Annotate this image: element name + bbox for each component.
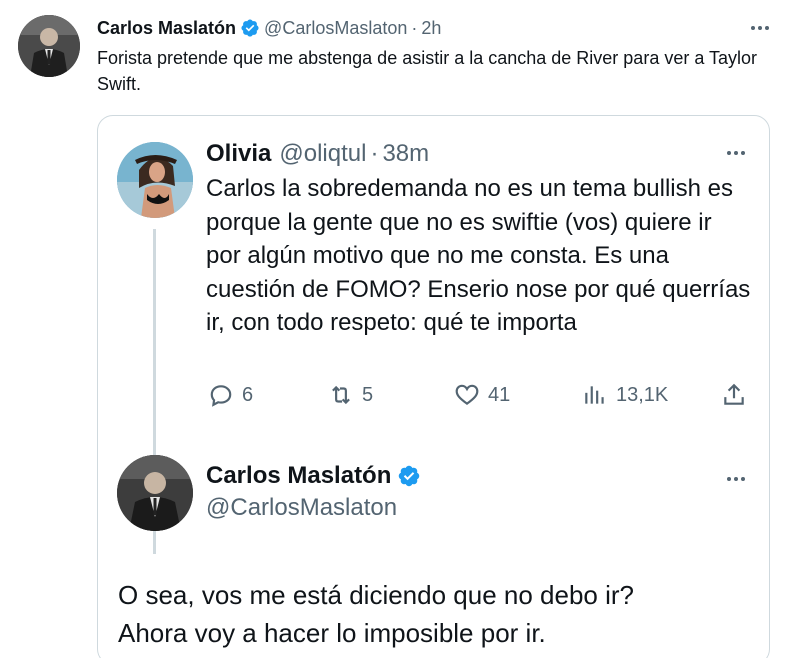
reply-text-line: O sea, vos me está diciendo que no debo …: [118, 580, 634, 610]
views-count: 13,1K: [616, 383, 669, 406]
timestamp[interactable]: 2h: [421, 16, 441, 40]
avatar-image: [18, 15, 80, 77]
more-icon: [721, 469, 751, 489]
share-button[interactable]: [721, 382, 747, 408]
more-button[interactable]: [721, 469, 751, 489]
views-icon: [585, 386, 604, 404]
verified-badge-icon: [241, 19, 259, 37]
reply-button[interactable]: 6: [208, 382, 253, 408]
separator: ·: [411, 18, 418, 38]
quoted-tweet-text: Carlos la sobredemanda no es un tema bul…: [206, 175, 751, 336]
avatar[interactable]: [18, 15, 80, 77]
quoted-tweet-card[interactable]: Olivia @oliqtul · 38m Carlos la sobredem…: [97, 115, 770, 658]
display-name[interactable]: Olivia: [206, 139, 271, 169]
display-name[interactable]: Carlos Maslatón: [97, 16, 236, 40]
heart-icon: [455, 384, 479, 405]
retweet-icon: [332, 385, 350, 405]
retweet-count: 5: [362, 383, 374, 406]
retweet-button[interactable]: 5: [328, 382, 373, 408]
handle[interactable]: @CarlosMaslaton: [206, 493, 397, 523]
reply-header: Carlos Maslatón: [206, 461, 421, 491]
more-button[interactable]: [721, 143, 751, 163]
like-count: 41: [488, 383, 511, 406]
more-icon: [745, 18, 775, 38]
reply-text: O sea, vos me está diciendo que no debo …: [118, 576, 758, 652]
avatar-image: [117, 142, 193, 218]
reply-icon: [210, 385, 232, 407]
reply-count: 6: [242, 383, 254, 406]
handle[interactable]: @oliqtul: [279, 139, 366, 169]
handle[interactable]: @CarlosMaslaton: [264, 16, 407, 40]
quoted-avatar[interactable]: [117, 142, 193, 218]
tweet-text: Forista pretende que me abstenga de asis…: [97, 48, 758, 94]
quoted-tweet-header: Olivia @oliqtul · 38m: [206, 139, 429, 169]
like-button[interactable]: 41: [454, 382, 510, 408]
display-name[interactable]: Carlos Maslatón: [206, 461, 391, 491]
avatar-image: [117, 455, 193, 531]
reply-avatar[interactable]: [117, 455, 193, 531]
timestamp[interactable]: 38m: [382, 139, 429, 169]
more-icon: [721, 143, 751, 163]
share-icon: [724, 383, 744, 405]
views-button[interactable]: 13,1K: [582, 382, 668, 408]
action-bar: 6 5 41 13,1K: [206, 382, 751, 414]
separator: ·: [370, 140, 379, 167]
outer-tweet-header: Carlos Maslatón @CarlosMaslaton · 2h: [97, 16, 441, 40]
more-button[interactable]: [745, 18, 775, 38]
verified-badge-icon: [399, 465, 420, 487]
reply-text-line: Ahora voy a hacer lo imposible por ir.: [118, 618, 546, 648]
